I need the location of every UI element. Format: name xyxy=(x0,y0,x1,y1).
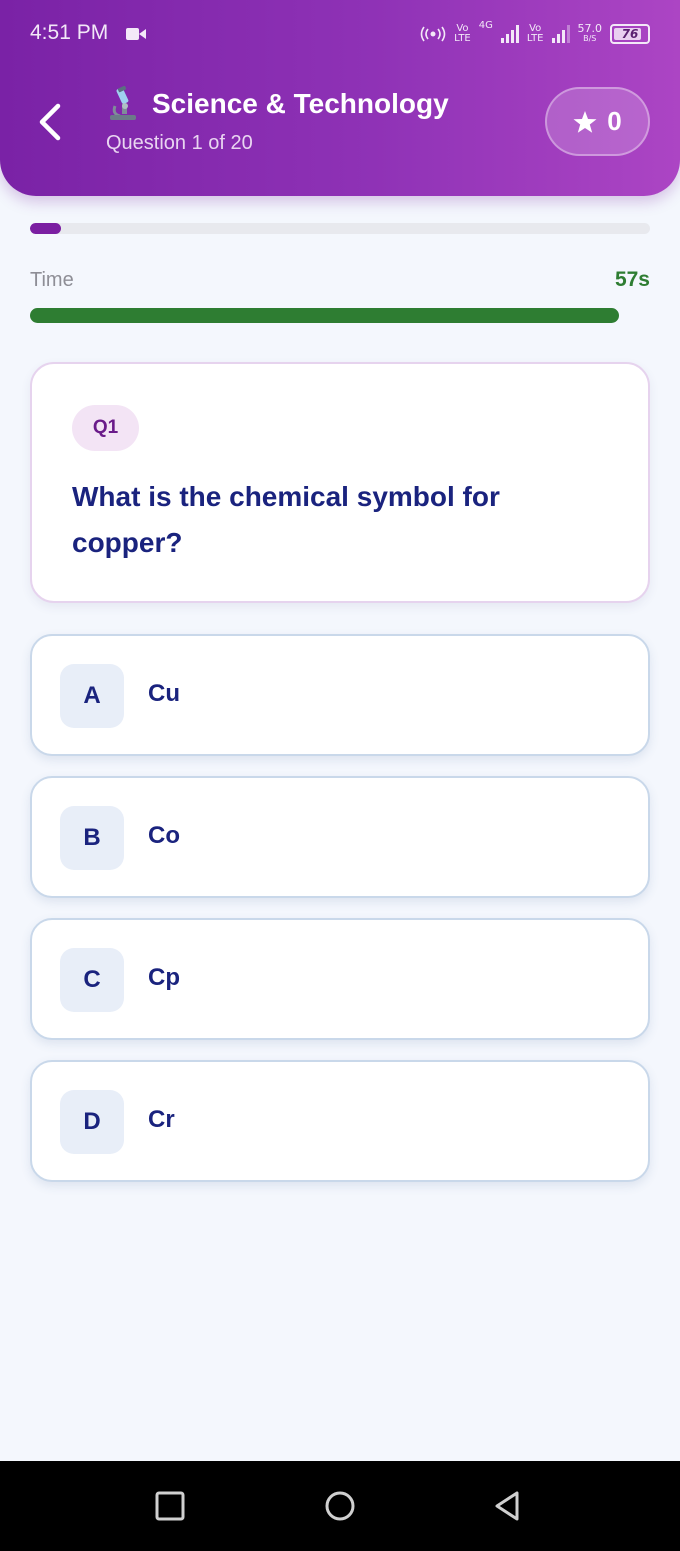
score-value: 0 xyxy=(607,106,622,136)
battery-level: 76 xyxy=(621,27,639,41)
volte-1-bottom: LTE xyxy=(454,33,471,44)
question-counter: Question 1 of 20 xyxy=(106,132,253,154)
option-text: Co xyxy=(148,822,180,849)
status-icons: Vo LTE 4G Vo LTE 57.0 B/S 76 xyxy=(420,20,650,48)
question-number-badge: Q1 xyxy=(72,405,139,451)
app-header: 4:51 PM Vo LTE 4G Vo LTE 57.0 B/S 76 Sci… xyxy=(0,0,680,196)
back-button[interactable] xyxy=(28,98,72,146)
speed-value: 57.0 xyxy=(577,22,603,35)
question-card: Q1 What is the chemical symbol for coppe… xyxy=(30,362,650,603)
hotspot-icon xyxy=(420,26,446,42)
square-icon[interactable] xyxy=(153,1489,187,1523)
volte-2-bottom: LTE xyxy=(526,33,544,44)
question-text: What is the chemical symbol for copper? xyxy=(72,481,500,558)
network-speed: 57.0 B/S xyxy=(577,22,603,44)
battery-icon: 76 xyxy=(610,24,650,44)
star-icon xyxy=(573,110,597,133)
speed-unit: B/S xyxy=(583,34,597,43)
volte-indicator-1: Vo LTE xyxy=(454,24,471,44)
option-c[interactable]: C Cp xyxy=(30,918,650,1040)
circle-icon[interactable] xyxy=(323,1489,357,1523)
option-letter: D xyxy=(60,1090,124,1154)
signal-bars-icon-1 xyxy=(500,25,519,43)
triangle-back-icon[interactable] xyxy=(491,1489,525,1523)
option-a[interactable]: A Cu xyxy=(30,634,650,756)
quiz-progress-fill xyxy=(30,223,61,234)
status-bar: 4:51 PM Vo LTE 4G Vo LTE 57.0 B/S 76 xyxy=(0,0,680,68)
option-b[interactable]: B Co xyxy=(30,776,650,898)
video-camera-icon xyxy=(126,28,146,40)
status-time: 4:51 PM xyxy=(30,21,109,44)
volte-indicator-2: Vo LTE xyxy=(527,24,544,44)
option-text: Cp xyxy=(148,964,180,991)
quiz-progress-bar xyxy=(30,223,650,234)
timer-bar xyxy=(30,308,650,323)
score-badge[interactable]: 0 xyxy=(545,87,650,156)
timer-fill xyxy=(30,308,619,323)
option-letter: C xyxy=(60,948,124,1012)
network-type: 4G xyxy=(478,20,493,31)
option-letter: A xyxy=(60,664,124,728)
category-title-row: Science & Technology xyxy=(106,86,449,122)
option-d[interactable]: D Cr xyxy=(30,1060,650,1182)
system-navigation-bar xyxy=(0,1461,680,1551)
microscope-icon xyxy=(110,86,136,120)
option-letter: B xyxy=(60,806,124,870)
option-text: Cu xyxy=(148,680,180,707)
option-text: Cr xyxy=(148,1106,175,1133)
timer-label: Time xyxy=(30,269,74,291)
timer-value: 57s xyxy=(614,268,650,291)
signal-bars-icon-2 xyxy=(551,25,570,43)
category-title: Science & Technology xyxy=(152,88,449,119)
chevron-left-icon xyxy=(39,103,61,141)
